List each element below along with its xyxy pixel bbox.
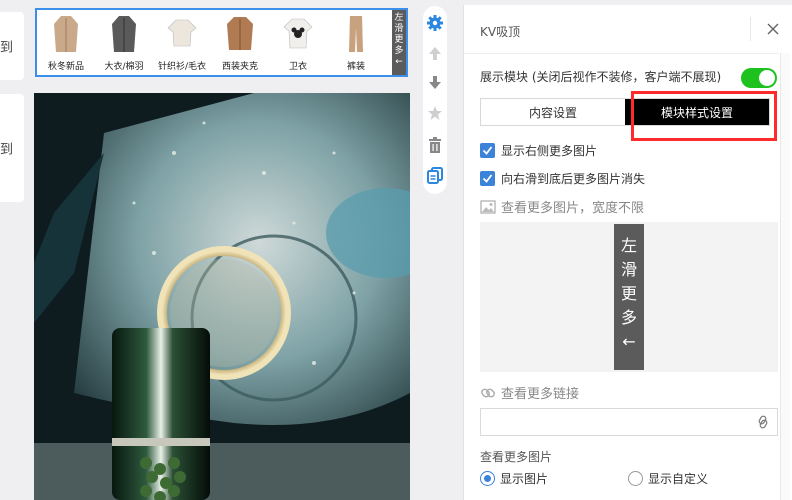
image-icon bbox=[480, 199, 496, 214]
settings-tabs: 内容设置 模块样式设置 bbox=[480, 98, 770, 126]
category-item[interactable]: 大衣/棉羽 bbox=[95, 12, 153, 74]
check-icon bbox=[482, 174, 493, 183]
hide-on-scroll-end-option[interactable]: 向右滑到底后更多图片消失 bbox=[480, 170, 645, 187]
hoodie-image bbox=[283, 18, 313, 49]
kv-hero-image bbox=[34, 93, 410, 500]
sweater-image bbox=[167, 19, 197, 47]
show-module-label: 展示模块 (关闭后视作不装修，客户端不展现) bbox=[480, 70, 722, 84]
radio-button[interactable] bbox=[628, 471, 643, 486]
blazer-image bbox=[227, 17, 253, 50]
category-label: 裤装 bbox=[346, 62, 365, 72]
category-label: 西装夹克 bbox=[221, 62, 258, 72]
more-image-preview[interactable]: 左 滑 更 多 ← bbox=[480, 222, 778, 372]
left-card[interactable]: 到 bbox=[0, 12, 24, 80]
more-image-hint: 查看更多图片，宽度不限 bbox=[480, 197, 644, 216]
tab-module-style-settings[interactable]: 模块样式设置 bbox=[625, 99, 769, 125]
pants-image bbox=[349, 16, 363, 52]
check-icon bbox=[482, 146, 493, 155]
category-item[interactable]: 秋冬新品 bbox=[37, 12, 95, 74]
checkbox[interactable] bbox=[480, 171, 495, 186]
left-card[interactable]: 到 bbox=[0, 94, 24, 202]
radio-show-image[interactable]: 显示图片 bbox=[480, 470, 548, 487]
category-label: 针织衫/毛衣 bbox=[157, 62, 207, 72]
star-icon[interactable] bbox=[426, 104, 444, 122]
panel-title: KV吸顶 bbox=[480, 25, 521, 39]
settings-panel: KV吸顶 展示模块 (关闭后视作不装修，客户端不展现) 内容设置 模块样式设置 … bbox=[463, 5, 792, 500]
show-more-images-option[interactable]: 显示右侧更多图片 bbox=[480, 142, 597, 159]
link-icon bbox=[481, 388, 495, 397]
scrollbar[interactable] bbox=[780, 53, 790, 500]
checkbox-label: 显示右侧更多图片 bbox=[501, 144, 598, 158]
category-label: 卫衣 bbox=[288, 62, 307, 72]
coat-image bbox=[112, 16, 136, 52]
arrow-up-icon[interactable] bbox=[426, 44, 444, 62]
tab-content-settings[interactable]: 内容设置 bbox=[481, 99, 625, 125]
panel-content: 展示模块 (关闭后视作不装修，客户端不展现) 内容设置 模块样式设置 显示右侧更… bbox=[464, 53, 779, 500]
category-label: 大衣/棉羽 bbox=[104, 62, 144, 72]
copy-icon[interactable] bbox=[426, 166, 444, 184]
cosmetic-bottle-photo bbox=[34, 93, 410, 500]
more-link-label-row: 查看更多链接 bbox=[480, 383, 579, 402]
link-icon[interactable] bbox=[757, 415, 769, 429]
trash-icon[interactable] bbox=[426, 136, 444, 154]
category-item[interactable]: 西装夹克 bbox=[211, 12, 269, 74]
category-item[interactable]: 针织衫/毛衣 bbox=[153, 12, 211, 74]
left-card-text: 到 bbox=[0, 40, 14, 56]
close-icon bbox=[767, 23, 779, 35]
checkbox-label: 向右滑到底后更多图片消失 bbox=[501, 172, 646, 186]
swipe-more-preview-tag: 左 滑 更 多 ← bbox=[614, 224, 644, 370]
checkbox[interactable] bbox=[480, 143, 495, 158]
category-item[interactable]: 裤装 bbox=[327, 12, 385, 74]
category-strip[interactable]: 秋冬新品 大衣/棉羽 针织衫/毛衣 西装夹克 卫衣 裤装 左 滑 更 多 ← bbox=[35, 8, 408, 77]
coat-image bbox=[54, 16, 78, 52]
arrow-down-icon[interactable] bbox=[426, 74, 444, 92]
radio-button[interactable] bbox=[480, 471, 495, 486]
category-item[interactable]: 卫衣 bbox=[269, 12, 327, 74]
more-image-section-title: 查看更多图片 bbox=[480, 450, 553, 464]
more-link-field[interactable] bbox=[480, 408, 778, 436]
radio-show-custom[interactable]: 显示自定义 bbox=[628, 470, 708, 487]
swipe-more-tag: 左 滑 更 多 ← bbox=[392, 10, 406, 75]
module-toolbar bbox=[423, 6, 447, 194]
left-card-text: 到 bbox=[0, 142, 14, 158]
show-module-toggle[interactable] bbox=[741, 68, 777, 88]
radio-label: 显示自定义 bbox=[648, 472, 709, 486]
gear-icon[interactable] bbox=[426, 14, 444, 32]
close-button[interactable] bbox=[750, 17, 790, 41]
radio-label: 显示图片 bbox=[500, 472, 549, 486]
category-label: 秋冬新品 bbox=[47, 62, 84, 72]
more-link-input[interactable] bbox=[481, 409, 751, 435]
